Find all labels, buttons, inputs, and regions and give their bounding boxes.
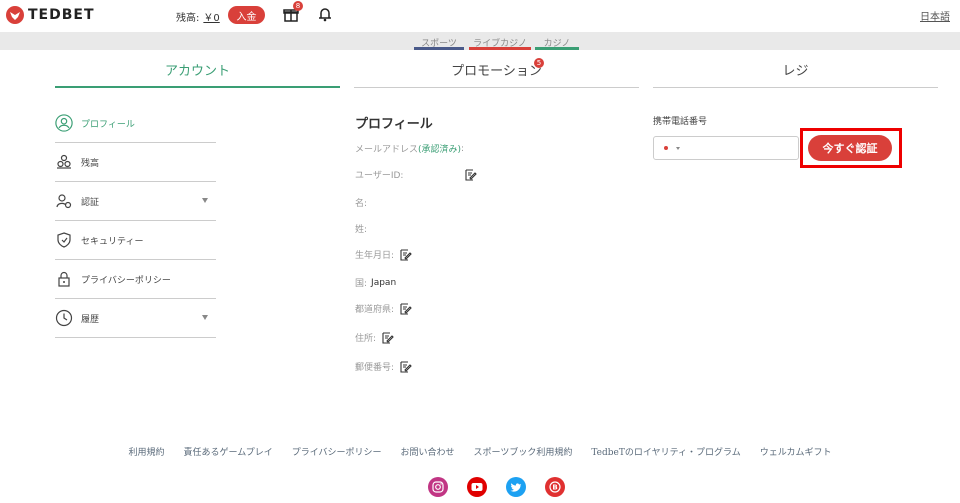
edit-icon[interactable] bbox=[400, 302, 412, 315]
nav-tab-casino-underline bbox=[535, 47, 579, 50]
nav-tab-live-casino-underline bbox=[469, 47, 531, 50]
sidebar-item-profile[interactable]: プロフィール bbox=[55, 104, 216, 143]
email-label: メールアドレス bbox=[355, 145, 419, 155]
email-colon: : bbox=[461, 143, 465, 154]
sidebar-item-verification[interactable]: 認証 bbox=[55, 182, 216, 221]
postal-code-field: 郵便番号: bbox=[355, 360, 412, 373]
footer-link-welcome-gift[interactable]: ウェルカムギフト bbox=[760, 445, 832, 458]
footer-link-contact[interactable]: お問い合わせ bbox=[401, 445, 455, 458]
tab-promotion[interactable]: プロモーション bbox=[354, 60, 639, 88]
country-label: 国: bbox=[355, 279, 368, 289]
history-icon bbox=[55, 309, 73, 327]
address-field: 住所: bbox=[355, 331, 394, 344]
user-id-label: ユーザーID: bbox=[355, 171, 404, 181]
email-verified-status: (承認済み) bbox=[418, 145, 462, 155]
phone-label: 携帯電話番号 bbox=[653, 117, 708, 127]
deposit-button[interactable]: 入金 bbox=[228, 6, 265, 24]
nav-tab-sports-underline bbox=[414, 47, 464, 50]
first-name-field: 名: bbox=[355, 196, 367, 209]
footer-link-terms[interactable]: 利用規約 bbox=[128, 445, 164, 458]
logo-text: TEDBET bbox=[28, 7, 95, 23]
user-id-field: ユーザーID: bbox=[355, 168, 478, 181]
tab-promotion-underline bbox=[354, 87, 639, 88]
sidebar-item-privacy[interactable]: プライバシーポリシー bbox=[55, 260, 216, 299]
twitter-icon[interactable] bbox=[506, 477, 526, 497]
country-field: 国: Japan bbox=[355, 276, 397, 290]
first-name-label: 名: bbox=[355, 199, 368, 209]
top-header: TEDBET 残高: ￥0 入金 8 日本語 bbox=[0, 0, 960, 32]
sidebar-item-label: セキュリティー bbox=[81, 236, 144, 247]
coins-icon bbox=[55, 153, 73, 171]
verify-now-button[interactable]: 今すぐ認証 bbox=[808, 135, 892, 161]
country-value: Japan bbox=[371, 277, 397, 288]
footer-link-loyalty[interactable]: TedbeTのロイヤリティ・プログラム bbox=[591, 445, 740, 458]
phone-input[interactable] bbox=[653, 136, 799, 160]
japan-flag-icon[interactable] bbox=[661, 144, 671, 152]
youtube-icon[interactable] bbox=[467, 477, 487, 497]
sidebar-item-label: 残高 bbox=[81, 158, 100, 169]
tab-account[interactable]: アカウント bbox=[55, 60, 340, 88]
instagram-icon[interactable] bbox=[428, 477, 448, 497]
chevron-down-icon[interactable] bbox=[202, 315, 208, 320]
logo-mark-icon bbox=[6, 6, 24, 24]
footer-links: 利用規約 責任あるゲームプレイ プライバシーポリシー お問い合わせ スポーツブッ… bbox=[0, 445, 960, 458]
postal-code-label: 郵便番号: bbox=[355, 363, 395, 373]
sidebar-item-label: プライバシーポリシー bbox=[81, 275, 171, 286]
user-check-icon bbox=[55, 192, 73, 210]
sidebar-item-label: 認証 bbox=[81, 197, 100, 208]
user-circle-icon bbox=[55, 114, 73, 132]
tedbet-logo[interactable]: TEDBET bbox=[6, 6, 95, 24]
sidebar-item-security[interactable]: セキュリティー bbox=[55, 221, 216, 260]
tab-cashier-underline bbox=[653, 87, 938, 88]
balance-value[interactable]: ￥0 bbox=[203, 13, 219, 24]
last-name-field: 姓: bbox=[355, 222, 367, 235]
edit-icon[interactable] bbox=[400, 360, 412, 373]
blog-icon[interactable]: B bbox=[545, 477, 565, 497]
gift-badge: 8 bbox=[293, 1, 303, 11]
chevron-down-icon[interactable] bbox=[202, 198, 208, 203]
tab-account-underline bbox=[55, 86, 340, 88]
prefecture-field: 都道府県: bbox=[355, 302, 412, 315]
edit-icon[interactable] bbox=[465, 168, 478, 181]
birthdate-field: 生年月日: bbox=[355, 248, 412, 261]
language-switch[interactable]: 日本語 bbox=[920, 8, 950, 23]
edit-icon[interactable] bbox=[382, 331, 394, 344]
footer-link-responsible-gaming[interactable]: 責任あるゲームプレイ bbox=[184, 445, 273, 458]
tab-cashier[interactable]: レジ bbox=[653, 60, 938, 88]
address-label: 住所: bbox=[355, 334, 377, 344]
chevron-down-icon[interactable] bbox=[676, 147, 680, 150]
footer-link-privacy[interactable]: プライバシーポリシー bbox=[292, 445, 382, 458]
sidebar-item-label: 履歴 bbox=[81, 314, 100, 325]
sidebar-item-balance[interactable]: 残高 bbox=[55, 143, 216, 182]
last-name-label: 姓: bbox=[355, 225, 368, 235]
edit-icon[interactable] bbox=[400, 248, 412, 261]
birthdate-label: 生年月日: bbox=[355, 251, 395, 261]
balance-label: 残高: bbox=[176, 13, 200, 24]
promotion-badge: 5 bbox=[534, 58, 544, 68]
balance-display: 残高: ￥0 bbox=[176, 9, 220, 24]
lock-icon bbox=[55, 270, 73, 288]
footer-link-sportsbook-terms[interactable]: スポーツブック利用規約 bbox=[474, 445, 573, 458]
sidebar-item-history[interactable]: 履歴 bbox=[55, 299, 216, 338]
shield-icon bbox=[55, 231, 73, 249]
email-field: メールアドレス (承認済み) : bbox=[355, 142, 465, 156]
bell-icon[interactable] bbox=[318, 6, 332, 22]
prefecture-label: 都道府県: bbox=[355, 305, 395, 315]
profile-title: プロフィール bbox=[355, 117, 433, 132]
sidebar-item-label: プロフィール bbox=[81, 119, 135, 130]
svg-text:B: B bbox=[552, 484, 557, 492]
